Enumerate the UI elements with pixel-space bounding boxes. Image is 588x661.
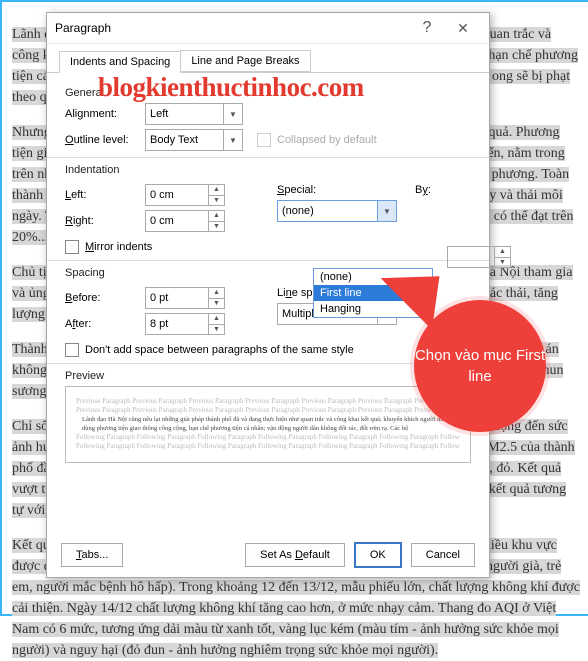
- button-row: Tabs... Set As Default OK Cancel: [47, 543, 489, 567]
- help-button[interactable]: ?: [409, 19, 445, 37]
- special-label: Special:: [277, 184, 337, 196]
- cancel-button[interactable]: Cancel: [411, 543, 475, 567]
- by-spinner[interactable]: ▲▼: [447, 246, 511, 268]
- after-spinner[interactable]: 8 pt ▲▼: [145, 313, 225, 335]
- set-default-button[interactable]: Set As Default: [245, 543, 345, 567]
- tab-strip: Indents and Spacing Line and Page Breaks: [47, 44, 489, 73]
- indent-left-spinner[interactable]: 0 cm ▲▼: [145, 184, 225, 206]
- indent-right-spinner[interactable]: 0 cm ▲▼: [145, 210, 225, 232]
- chevron-down-icon: ▼: [377, 201, 396, 221]
- tabs-button[interactable]: Tabs...: [61, 543, 123, 567]
- tab-line-page-breaks[interactable]: Line and Page Breaks: [180, 50, 310, 72]
- alignment-combo[interactable]: Left▼: [145, 103, 243, 125]
- collapsed-checkbox: Collapsed by default: [257, 133, 377, 147]
- chevron-down-icon: ▼: [223, 130, 242, 150]
- right-label: Right:: [65, 215, 145, 227]
- dialog-title: Paragraph: [55, 21, 409, 35]
- alignment-label: Alignment:: [65, 108, 145, 120]
- indentation-header: Indentation: [65, 164, 471, 176]
- special-combo[interactable]: (none) ▼: [277, 200, 397, 222]
- no-add-space-checkbox[interactable]: Don't add space between paragraphs of th…: [65, 343, 471, 357]
- outline-label: Outline level:: [65, 134, 145, 146]
- chevron-down-icon: ▼: [223, 104, 242, 124]
- ok-button[interactable]: OK: [355, 543, 401, 567]
- close-button[interactable]: ✕: [445, 20, 481, 37]
- title-bar: Paragraph ? ✕: [47, 13, 489, 44]
- after-label: After:: [65, 318, 145, 330]
- outline-combo[interactable]: Body Text▼: [145, 129, 243, 151]
- before-label: Before:: [65, 292, 145, 304]
- by-label: By:: [415, 184, 431, 196]
- before-spinner[interactable]: 0 pt ▲▼: [145, 287, 225, 309]
- left-label: Left:: [65, 189, 145, 201]
- preview-box: Previous Paragraph Previous Paragraph Pr…: [65, 386, 471, 463]
- mirror-indents-checkbox[interactable]: Mirror indents: [65, 240, 471, 254]
- tab-indents-spacing[interactable]: Indents and Spacing: [59, 51, 181, 73]
- preview-header: Preview: [65, 370, 471, 382]
- general-header: General: [65, 87, 471, 99]
